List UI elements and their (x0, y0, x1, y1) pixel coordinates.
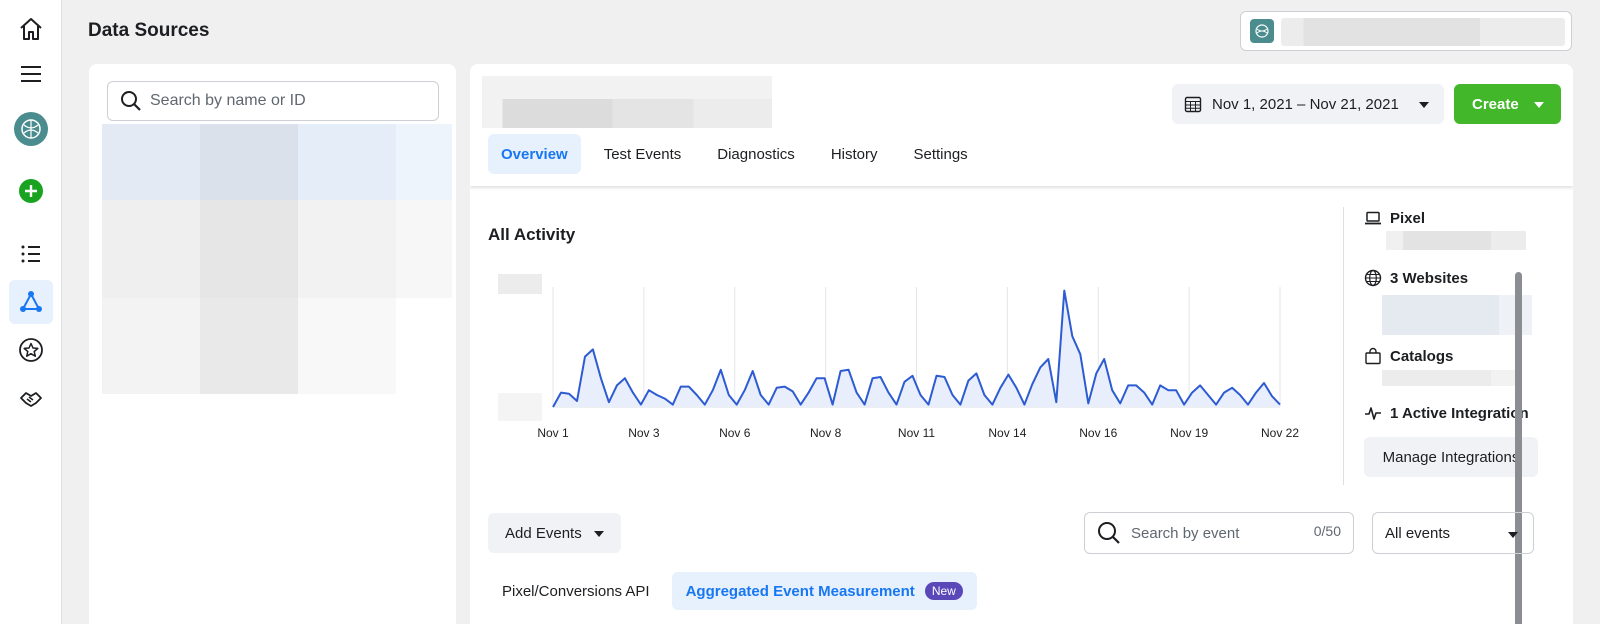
redacted-source-title (482, 76, 772, 128)
add-icon[interactable] (9, 169, 53, 213)
pixel-summary: Pixel (1364, 209, 1425, 227)
x-tick-label: Nov 6 (719, 426, 751, 440)
date-range-label: Nov 1, 2021 – Nov 21, 2021 (1212, 95, 1399, 113)
event-sub-tabs: Pixel/Conversions API Aggregated Event M… (488, 572, 985, 610)
nav-rail (0, 0, 62, 624)
event-search-input[interactable] (1131, 524, 1301, 542)
event-search[interactable]: 0/50 (1084, 512, 1354, 554)
menu-icon[interactable] (9, 52, 53, 96)
shopping-bag-icon (1365, 347, 1381, 365)
data-source-search[interactable] (107, 81, 439, 121)
tab-pixel-conversions-api[interactable]: Pixel/Conversions API (488, 572, 664, 610)
create-button[interactable]: Create (1454, 84, 1561, 124)
tab-diagnostics[interactable]: Diagnostics (704, 134, 808, 174)
search-icon (1098, 522, 1120, 544)
integration-label: 1 Active Integration (1390, 404, 1529, 422)
globe-icon (1364, 269, 1382, 287)
search-icon (121, 91, 141, 111)
tab-overview[interactable]: Overview (488, 134, 581, 174)
add-events-label: Add Events (505, 524, 582, 542)
search-input[interactable] (150, 92, 420, 110)
chevron-down-icon (594, 531, 604, 537)
websites-summary: 3 Websites (1364, 269, 1468, 287)
account-avatar[interactable] (9, 107, 53, 151)
websites-label: 3 Websites (1390, 269, 1469, 287)
manage-integrations-button[interactable]: Manage Integrations (1364, 437, 1538, 477)
redacted-catalogs (1382, 370, 1522, 386)
x-tick-label: Nov 8 (810, 426, 842, 440)
pixel-label: Pixel (1390, 209, 1426, 227)
redacted-source-list (102, 124, 452, 414)
event-filter-label: All events (1385, 524, 1451, 542)
sub-tab-label: Aggregated Event Measurement (685, 582, 915, 600)
x-tick-label: Nov 11 (898, 426, 935, 440)
redacted-account-name (1281, 18, 1565, 46)
data-source-list-panel (89, 64, 456, 624)
x-tick-label: Nov 16 (1079, 426, 1117, 440)
handshake-icon[interactable] (9, 376, 53, 420)
x-tick-label: Nov 14 (988, 426, 1026, 440)
chevron-down-icon (1508, 532, 1518, 538)
home-icon[interactable] (9, 7, 53, 51)
x-tick-label: Nov 1 (537, 426, 569, 440)
tab-test-events[interactable]: Test Events (591, 134, 695, 174)
sub-tab-label: Pixel/Conversions API (502, 582, 650, 600)
activity-title: All Activity (488, 225, 576, 244)
redacted-y-label-top (498, 274, 542, 294)
summary-panel: Pixel 3 Websites Catalogs 1 Active Integ… (1343, 207, 1573, 485)
page-title: Data Sources (88, 20, 210, 41)
x-tick-label: Nov 22 (1261, 426, 1299, 440)
catalogs-summary: Catalogs (1364, 347, 1453, 365)
star-icon[interactable] (9, 328, 53, 372)
data-sources-icon[interactable] (9, 280, 53, 324)
detail-tabs: Overview Test Events Diagnostics History… (488, 134, 991, 174)
new-badge: New (924, 582, 963, 600)
calendar-icon (1184, 96, 1202, 113)
redacted-pixel-id (1386, 231, 1526, 250)
data-source-detail-panel: Nov 1, 2021 – Nov 21, 2021 Create Overvi… (470, 64, 1573, 624)
scrollbar[interactable] (1515, 272, 1522, 624)
redacted-y-label-bottom (498, 393, 542, 421)
account-avatar-small (1250, 19, 1274, 43)
chevron-down-icon (1534, 102, 1544, 108)
x-tick-label: Nov 3 (628, 426, 660, 440)
redacted-websites (1382, 295, 1532, 335)
x-tick-label: Nov 19 (1170, 426, 1208, 440)
tab-settings[interactable]: Settings (900, 134, 980, 174)
tab-aggregated-event-measurement[interactable]: Aggregated Event Measurement New (671, 572, 977, 610)
event-filter-select[interactable]: All events (1372, 512, 1534, 554)
integration-summary: 1 Active Integration (1364, 404, 1529, 422)
add-events-button[interactable]: Add Events (488, 513, 621, 553)
activity-pulse-icon (1365, 407, 1381, 420)
create-label: Create (1472, 95, 1519, 113)
catalogs-label: Catalogs (1390, 347, 1454, 365)
laptop-icon (1365, 211, 1381, 225)
date-range-picker[interactable]: Nov 1, 2021 – Nov 21, 2021 (1172, 84, 1444, 124)
detail-header: Nov 1, 2021 – Nov 21, 2021 Create Overvi… (470, 64, 1573, 186)
list-icon[interactable] (9, 232, 53, 276)
account-switcher[interactable] (1240, 11, 1572, 51)
chevron-down-icon (1419, 102, 1429, 108)
activity-chart: Nov 1 Nov 3 Nov 6 Nov 8 Nov 11 Nov 14 Nov 16 No… (498, 274, 1299, 440)
event-count: 0/50 (1313, 523, 1341, 539)
tab-history[interactable]: History (818, 134, 891, 174)
